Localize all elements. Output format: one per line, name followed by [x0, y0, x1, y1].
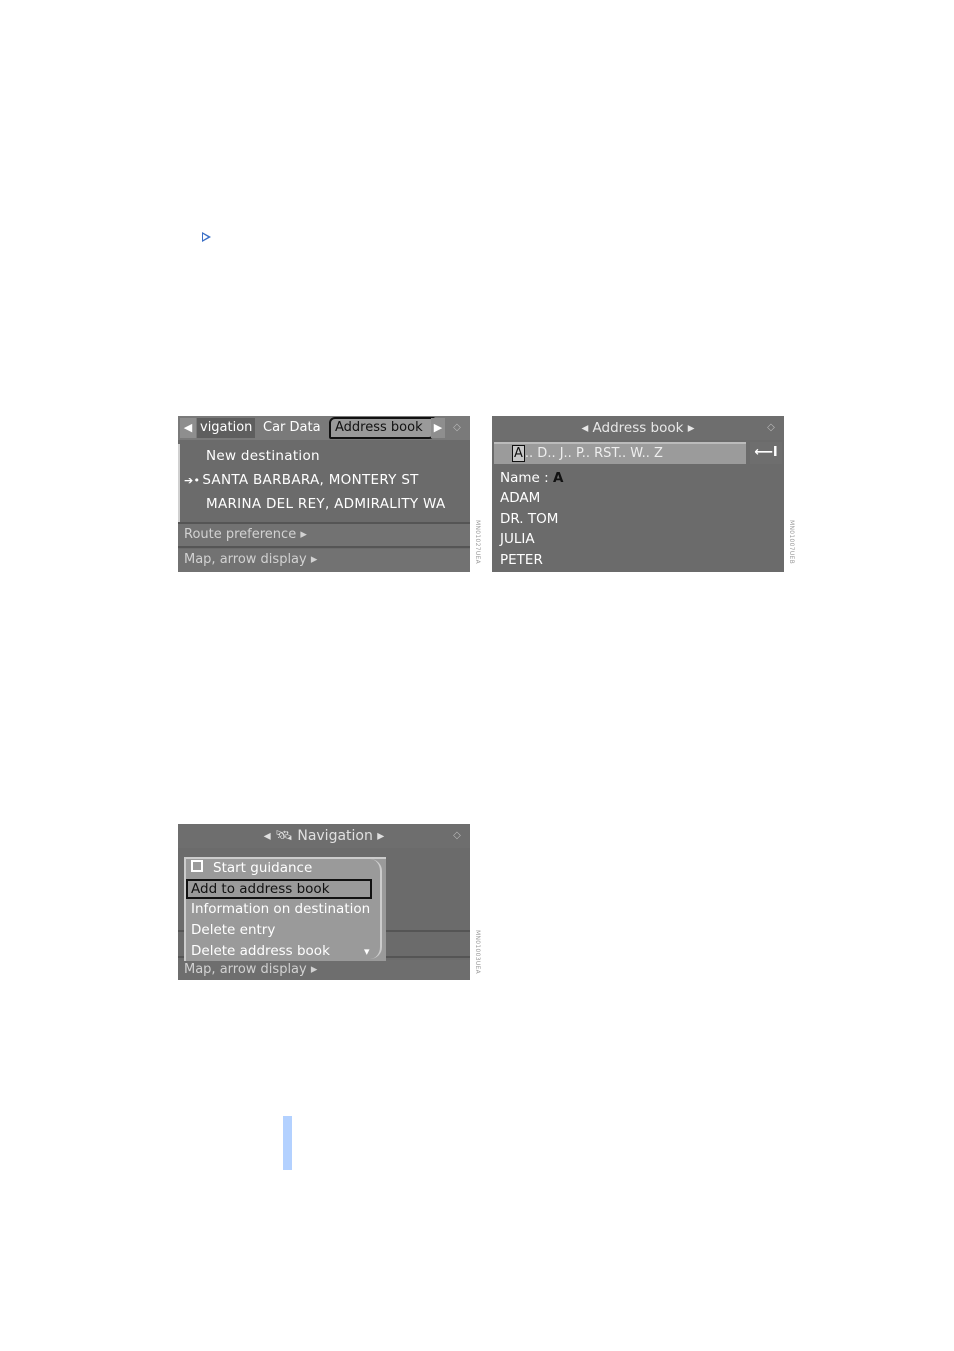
speller-letters: .. D.. J.. P.. RST.. W.. Z: [524, 446, 663, 461]
name-label: Name :: [500, 470, 553, 486]
list-item[interactable]: PETER: [500, 552, 543, 568]
speller-cursor[interactable]: A: [512, 445, 525, 462]
tab-scroll-right-button[interactable]: ▶: [431, 418, 445, 438]
figure-code: MN01007UEB: [788, 520, 795, 565]
screen-address-book: ◂ Address book ▸ ◇ A.. D.. J.. P.. RST..…: [492, 416, 784, 572]
tab-bar: ◀ vigation Car Data Address book ▶ ◇: [178, 416, 470, 440]
list-item[interactable]: MARINA DEL REY, ADMIRALITY WA: [206, 496, 446, 512]
controller-direction-icon: ◇: [453, 422, 461, 433]
tab-address-book[interactable]: Address book: [329, 417, 435, 439]
options-popup: Start guidance Add to address book Infor…: [184, 857, 386, 961]
divider: [178, 546, 470, 548]
list-item[interactable]: New destination: [206, 448, 320, 464]
screen-title: ◂ Address book ▸: [492, 416, 784, 440]
menu-route-preference[interactable]: Route preference ▸: [178, 524, 470, 546]
tab-scroll-left-button[interactable]: ◀: [180, 418, 196, 438]
screen-title: ◂ 🛰 Navigation ▸: [178, 824, 470, 848]
backspace-button[interactable]: ⟵I: [750, 442, 782, 464]
list-item[interactable]: DR. TOM: [500, 511, 558, 527]
current-destination-arrow-icon: ➔•: [184, 474, 201, 487]
tab-car-data[interactable]: Car Data: [258, 418, 326, 438]
menu-map-arrow-display[interactable]: Map, arrow display ▸: [178, 960, 470, 980]
popup-item-start-guidance[interactable]: Start guidance: [191, 860, 312, 876]
list-item-label: New destination: [206, 448, 320, 464]
figure-code: MN01003UEA: [474, 930, 481, 975]
checkbox-icon[interactable]: [191, 860, 203, 872]
chapter-marker-bar: [283, 1116, 292, 1170]
screen-navigation-tabs: ◀ vigation Car Data Address book ▶ ◇ New…: [178, 416, 470, 572]
list-item-label: MARINA DEL REY, ADMIRALITY WA: [206, 496, 446, 512]
continue-triangle-icon: [202, 232, 211, 242]
popup-item-label: Start guidance: [213, 860, 313, 876]
controller-direction-icon: ◇: [767, 422, 775, 433]
popup-item-delete-address-book[interactable]: Delete address book: [191, 943, 330, 959]
list-item-label: SANTA BARBARA, MONTERY ST: [202, 472, 419, 488]
letter-speller[interactable]: A.. D.. J.. P.. RST.. W.. Z: [494, 442, 746, 464]
name-filter: Name : A: [500, 470, 563, 486]
popup-item-add-to-address-book[interactable]: Add to address book: [186, 879, 372, 899]
popup-scrollbar[interactable]: [370, 859, 382, 959]
list-item[interactable]: ADAM: [500, 490, 540, 506]
scroll-down-icon[interactable]: ▾: [364, 945, 370, 958]
menu-map-arrow-display[interactable]: Map, arrow display ▸: [178, 549, 470, 572]
controller-direction-icon: ◇: [453, 830, 461, 841]
list-item[interactable]: ➔• SANTA BARBARA, MONTERY ST: [184, 472, 419, 488]
popup-item-information-on-destination[interactable]: Information on destination: [191, 901, 370, 917]
list-item[interactable]: JULIA: [500, 531, 535, 547]
destination-list: New destination ➔• SANTA BARBARA, MONTERY…: [178, 444, 470, 522]
figure-code: MN01027UEA: [474, 520, 481, 565]
name-value: A: [552, 470, 564, 486]
tab-navigation[interactable]: vigation: [197, 418, 255, 438]
popup-item-delete-entry[interactable]: Delete entry: [191, 922, 275, 938]
screen-navigation-popup: ◂ 🛰 Navigation ▸ ◇ Map, arrow display ▸ …: [178, 824, 470, 980]
